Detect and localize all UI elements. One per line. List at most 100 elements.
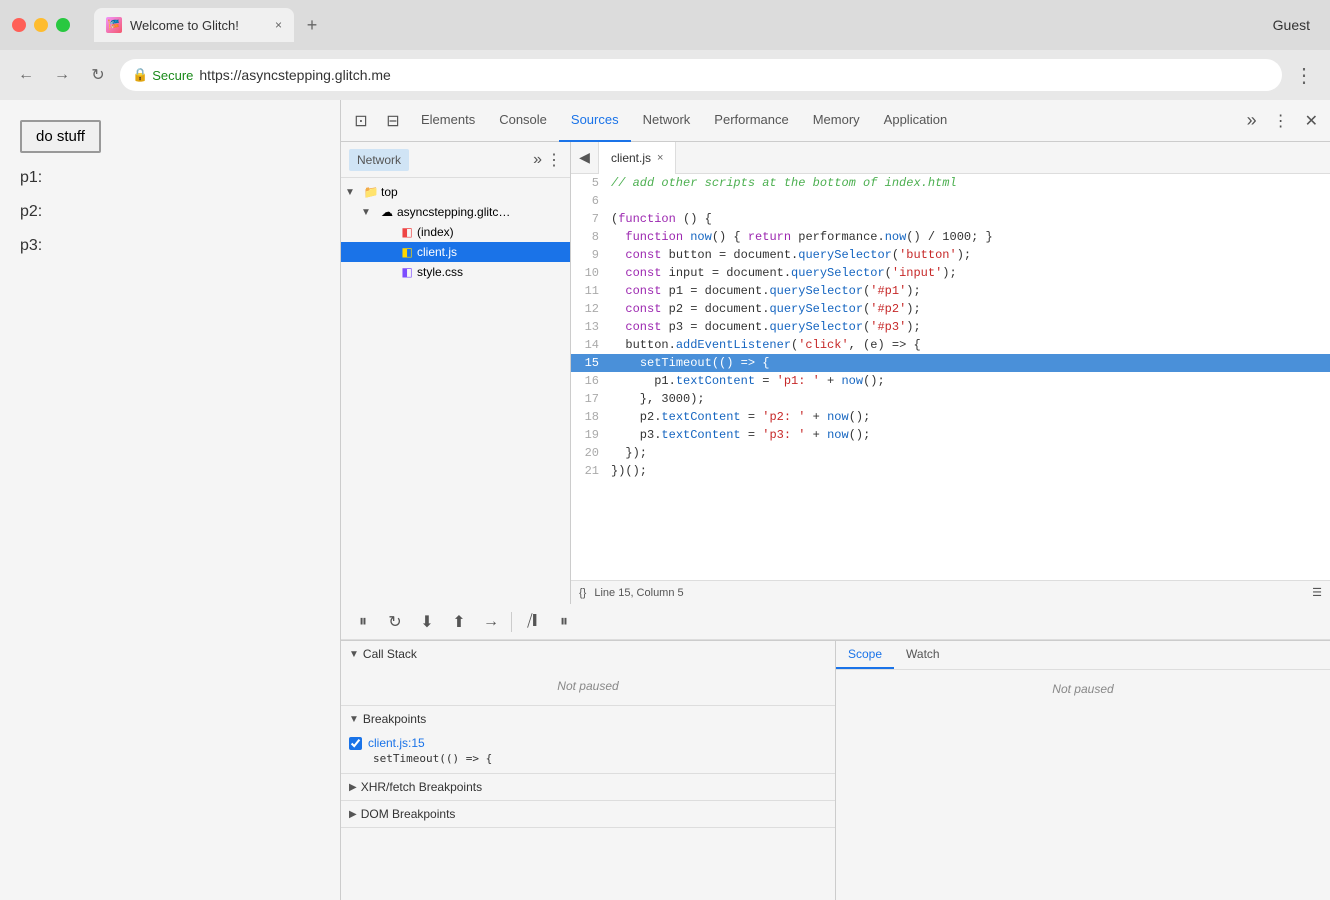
tab-memory[interactable]: Memory: [801, 100, 872, 142]
code-line-13: 13 const p3 = document.querySelector('#p…: [571, 318, 1330, 336]
dom-title: DOM Breakpoints: [361, 807, 456, 821]
step-out-button[interactable]: ⬆: [445, 608, 473, 636]
reload-button[interactable]: ↻: [84, 61, 112, 89]
address-wrapper[interactable]: 🔒 Secure https://asyncstepping.glitch.me: [120, 59, 1282, 91]
scope-content: Not paused: [836, 670, 1330, 708]
line-num-10: 10: [571, 264, 607, 282]
more-tabs-button[interactable]: »: [1239, 110, 1265, 131]
tab-application[interactable]: Application: [872, 100, 960, 142]
tab-close-button[interactable]: ×: [275, 18, 282, 32]
back-button[interactable]: ←: [12, 61, 40, 89]
xhr-arrow: ▶: [349, 782, 357, 793]
cursor-position: Line 15, Column 5: [594, 587, 1312, 599]
line-num-16: 16: [571, 372, 607, 390]
devtools-menu-button[interactable]: ⋮: [1265, 111, 1297, 131]
call-stack-header[interactable]: ▼ Call Stack: [341, 641, 835, 667]
file-tree: ▼ 📁 top ▼ ☁ asyncstepping.glitc… ▶: [341, 178, 570, 604]
forward-button[interactable]: →: [48, 61, 76, 89]
tree-arrow-asyncstepping: ▼: [361, 207, 377, 218]
call-stack-title: Call Stack: [363, 647, 417, 661]
line-content-20: });: [607, 444, 1330, 462]
tree-item-index[interactable]: ▶ ◧ (index): [341, 222, 570, 242]
code-tab-clientjs[interactable]: client.js ×: [599, 142, 676, 174]
tab-sources[interactable]: Sources: [559, 100, 631, 142]
code-line-10: 10 const input = document.querySelector(…: [571, 264, 1330, 282]
code-line-19: 19 p3.textContent = 'p3: ' + now();: [571, 426, 1330, 444]
lock-icon: 🔒: [132, 67, 148, 83]
tab-performance[interactable]: Performance: [702, 100, 800, 142]
call-stack-arrow: ▼: [349, 649, 359, 660]
p2-label: p2:: [20, 203, 320, 221]
maximize-button[interactable]: [56, 18, 70, 32]
network-filter-button[interactable]: Network: [349, 149, 409, 171]
pause-button[interactable]: ⏸: [349, 608, 377, 636]
guest-label: Guest: [1273, 17, 1310, 33]
tree-item-stylecss[interactable]: ▶ ◧ style.css: [341, 262, 570, 282]
browser-menu-button[interactable]: ⋮: [1290, 61, 1318, 89]
title-bar: 🎏 Welcome to Glitch! × + Guest: [0, 0, 1330, 50]
breakpoints-title: Breakpoints: [363, 712, 426, 726]
code-tab-bar: ◀ client.js ×: [571, 142, 1330, 174]
step-into-button[interactable]: ⬇: [413, 608, 441, 636]
sources-menu-button[interactable]: ⋮: [546, 150, 562, 170]
line-content-19: p3.textContent = 'p3: ' + now();: [607, 426, 1330, 444]
browser-tab[interactable]: 🎏 Welcome to Glitch! ×: [94, 8, 294, 42]
tab-bar: 🎏 Welcome to Glitch! × +: [94, 8, 1261, 42]
line-num-9: 9: [571, 246, 607, 264]
line-content-10: const input = document.querySelector('in…: [607, 264, 1330, 282]
file-panel: Network » ⋮ ▼ 📁 top ▼: [341, 142, 571, 604]
scope-tab-watch[interactable]: Watch: [894, 641, 952, 669]
p3-label: p3:: [20, 237, 320, 255]
code-tab-filename: client.js: [611, 151, 651, 165]
tree-item-top[interactable]: ▼ 📁 top: [341, 182, 570, 202]
code-line-16: 16 p1.textContent = 'p1: ' + now();: [571, 372, 1330, 390]
breakpoints-header[interactable]: ▼ Breakpoints: [341, 706, 835, 732]
tree-arrow-top: ▼: [345, 187, 361, 198]
breakpoint-header-1: client.js:15: [349, 736, 827, 750]
tree-label-stylecss: style.css: [417, 265, 566, 279]
line-num-12: 12: [571, 300, 607, 318]
tree-item-asyncstepping[interactable]: ▼ ☁ asyncstepping.glitc…: [341, 202, 570, 222]
code-line-20: 20 });: [571, 444, 1330, 462]
code-line-18: 18 p2.textContent = 'p2: ' + now();: [571, 408, 1330, 426]
scope-tab-scope[interactable]: Scope: [836, 641, 894, 669]
line-num-19: 19: [571, 426, 607, 444]
breakpoint-checkbox-1[interactable]: [349, 737, 362, 750]
format-button[interactable]: {}: [579, 587, 586, 599]
code-nav-back[interactable]: ◀: [571, 142, 599, 174]
code-status-bar: {} Line 15, Column 5 ☰: [571, 580, 1330, 604]
devtools-close-button[interactable]: ✕: [1297, 111, 1326, 131]
new-tab-button[interactable]: +: [298, 11, 326, 39]
code-line-5: 5 // add other scripts at the bottom of …: [571, 174, 1330, 192]
pause-on-exceptions-button[interactable]: ⏸: [550, 608, 578, 636]
code-tab-close-button[interactable]: ×: [657, 152, 663, 164]
code-editor[interactable]: 5 // add other scripts at the bottom of …: [571, 174, 1330, 580]
dom-breakpoints-header[interactable]: ▶ DOM Breakpoints: [341, 801, 835, 827]
line-content-18: p2.textContent = 'p2: ' + now();: [607, 408, 1330, 426]
inspect-element-icon[interactable]: ⊡: [345, 105, 377, 137]
deactivate-breakpoints-button[interactable]: ⧸❙: [518, 608, 546, 636]
tree-label-top: top: [381, 185, 566, 199]
tree-item-clientjs[interactable]: ▶ ◧ client.js: [341, 242, 570, 262]
line-content-7: (function () {: [607, 210, 1330, 228]
line-num-6: 6: [571, 192, 607, 210]
step-button[interactable]: →: [477, 608, 505, 636]
tab-network[interactable]: Network: [631, 100, 703, 142]
xhr-breakpoints-header[interactable]: ▶ XHR/fetch Breakpoints: [341, 774, 835, 800]
do-stuff-button[interactable]: do stuff: [20, 120, 101, 153]
call-stack-status: Not paused: [557, 679, 618, 693]
tab-elements[interactable]: Elements: [409, 100, 487, 142]
code-line-21: 21 })();: [571, 462, 1330, 480]
close-button[interactable]: [12, 18, 26, 32]
minimize-button[interactable]: [34, 18, 48, 32]
scope-tabs: Scope Watch: [836, 641, 1330, 670]
step-over-button[interactable]: ↻: [381, 608, 409, 636]
devtools-tab-bar: ⊡ ⊟ Elements Console Sources Network Per…: [341, 100, 1330, 142]
more-sources-button[interactable]: »: [533, 151, 542, 169]
console-drawer-button[interactable]: ☰: [1312, 586, 1322, 599]
device-toolbar-icon[interactable]: ⊟: [377, 105, 409, 137]
bottom-panels: ▼ Call Stack Not paused ▼ Breakpoints: [341, 640, 1330, 900]
line-content-5: // add other scripts at the bottom of in…: [607, 174, 1330, 192]
line-num-21: 21: [571, 462, 607, 480]
tab-console[interactable]: Console: [487, 100, 559, 142]
